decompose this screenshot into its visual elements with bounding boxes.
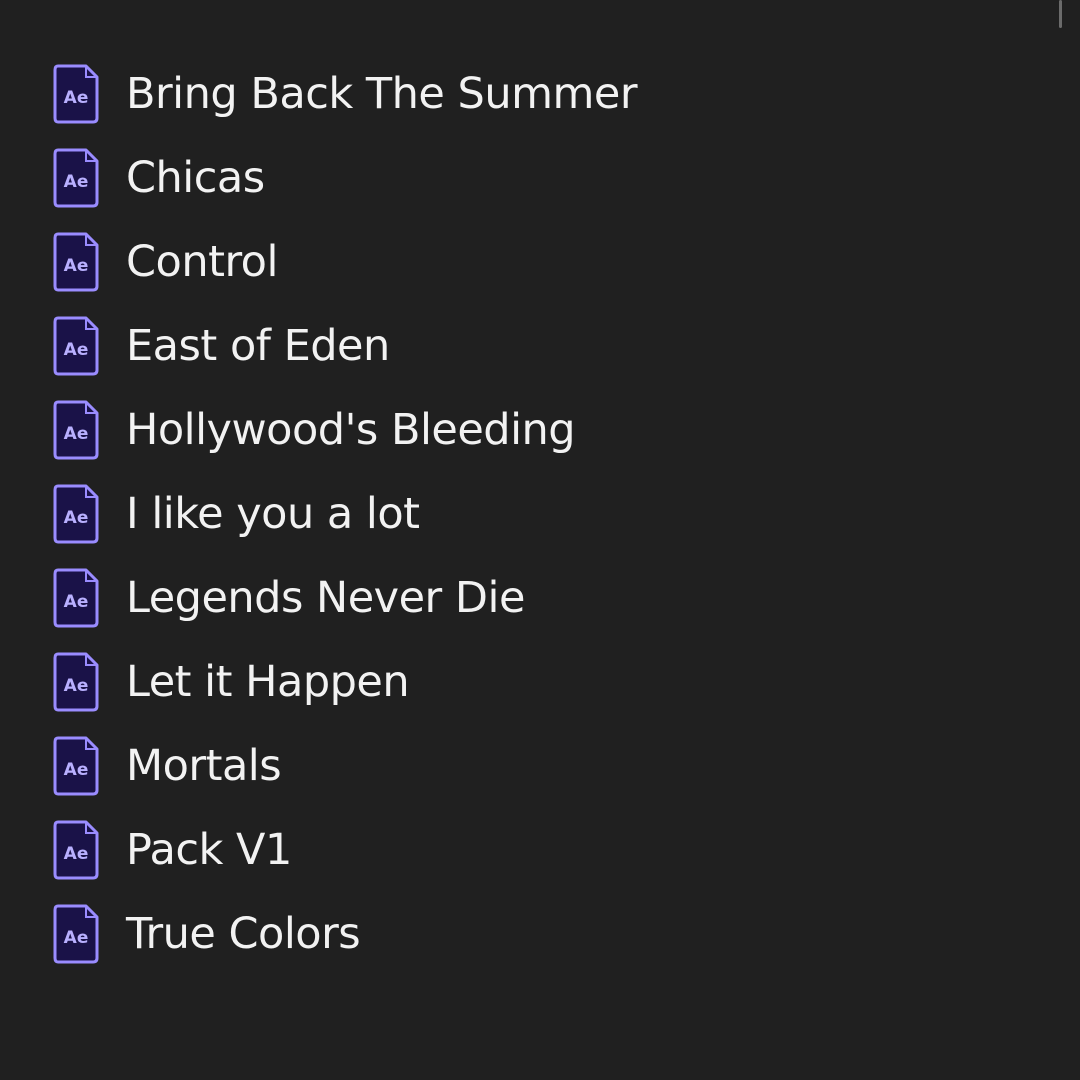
svg-text:Ae: Ae	[64, 676, 89, 696]
after-effects-project-icon: Ae	[52, 231, 100, 293]
svg-text:Ae: Ae	[64, 340, 89, 360]
after-effects-project-icon: Ae	[52, 819, 100, 881]
after-effects-project-icon: Ae	[52, 735, 100, 797]
after-effects-project-icon: Ae	[52, 63, 100, 125]
after-effects-project-icon: Ae	[52, 483, 100, 545]
after-effects-project-icon: Ae	[52, 399, 100, 461]
file-name: Mortals	[126, 740, 282, 791]
svg-text:Ae: Ae	[64, 928, 89, 948]
scrollbar-thumb[interactable]	[1059, 0, 1062, 28]
file-item[interactable]: Ae East of Eden	[52, 304, 637, 388]
file-item[interactable]: Ae I like you a lot	[52, 472, 637, 556]
after-effects-project-icon: Ae	[52, 147, 100, 209]
svg-text:Ae: Ae	[64, 508, 89, 528]
file-item[interactable]: Ae Chicas	[52, 136, 637, 220]
file-item[interactable]: Ae Bring Back The Summer	[52, 52, 638, 136]
svg-text:Ae: Ae	[64, 760, 89, 780]
file-name: Chicas	[126, 152, 265, 203]
file-name: Let it Happen	[126, 656, 410, 707]
svg-text:Ae: Ae	[64, 256, 89, 276]
file-name: East of Eden	[126, 320, 390, 371]
svg-text:Ae: Ae	[64, 844, 89, 864]
file-name: Bring Back The Summer	[126, 68, 638, 119]
file-name: Legends Never Die	[126, 572, 525, 623]
file-item[interactable]: Ae Hollywood's Bleeding	[52, 388, 637, 472]
file-item[interactable]: Ae Mortals	[52, 724, 637, 808]
file-name: Hollywood's Bleeding	[126, 404, 576, 455]
file-item[interactable]: Ae Control	[52, 220, 637, 304]
file-list-pane: Ae Bring Back The Summer Ae Chicas Ae Co…	[0, 0, 1080, 1080]
file-name: True Colors	[126, 908, 361, 959]
file-name: Pack V1	[126, 824, 292, 875]
svg-text:Ae: Ae	[64, 88, 89, 108]
svg-text:Ae: Ae	[64, 172, 89, 192]
file-list: Ae Bring Back The Summer Ae Chicas Ae Co…	[52, 52, 638, 976]
after-effects-project-icon: Ae	[52, 315, 100, 377]
after-effects-project-icon: Ae	[52, 903, 100, 965]
file-item[interactable]: Ae Let it Happen	[52, 640, 637, 724]
vertical-scrollbar[interactable]	[1050, 0, 1080, 1080]
file-item[interactable]: Ae True Colors	[52, 892, 637, 976]
svg-text:Ae: Ae	[64, 424, 89, 444]
file-item[interactable]: Ae Pack V1	[52, 808, 637, 892]
svg-text:Ae: Ae	[64, 592, 89, 612]
file-name: I like you a lot	[126, 488, 420, 539]
file-name: Control	[126, 236, 278, 287]
file-item[interactable]: Ae Legends Never Die	[52, 556, 637, 640]
after-effects-project-icon: Ae	[52, 567, 100, 629]
after-effects-project-icon: Ae	[52, 651, 100, 713]
